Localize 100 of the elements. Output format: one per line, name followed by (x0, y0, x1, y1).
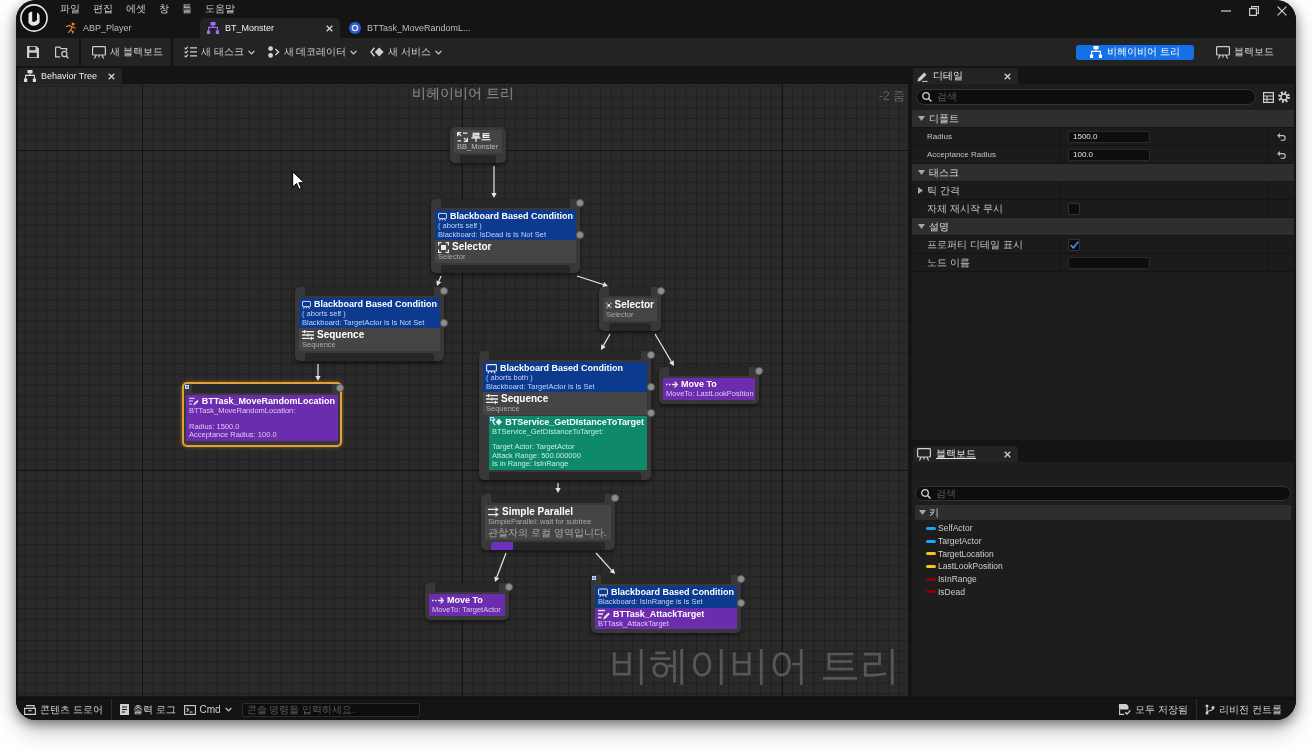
document-tab[interactable]: BTTask_MoveRandomL... (342, 18, 482, 38)
menu-item[interactable]: 창 (159, 3, 169, 15)
input-pin-bar[interactable] (601, 575, 731, 584)
key-item[interactable]: IsDead (926, 585, 965, 599)
dot-icon (576, 231, 584, 239)
dot-icon (336, 384, 344, 392)
node-title: BTTask_MoveRandomLocation (201, 396, 335, 407)
dot-icon (440, 319, 448, 327)
reset-arrow-icon[interactable] (1276, 132, 1286, 141)
dashed-arrow-icon (432, 597, 444, 604)
status-button[interactable]: 출력 로그 (115, 700, 180, 719)
input-pin-bar[interactable] (435, 583, 499, 592)
running-figure-icon (65, 22, 77, 34)
close-icon[interactable] (108, 72, 115, 80)
hierarchy-icon (1090, 46, 1103, 58)
easel-board-icon (598, 587, 608, 598)
output-pin-bar[interactable] (460, 154, 496, 163)
hierarchy-icon (24, 70, 36, 82)
number-field[interactable]: 1500.0 (1068, 130, 1150, 143)
close-icon[interactable] (1277, 6, 1287, 16)
zoom-level: -2 줌 (879, 89, 905, 103)
section-header[interactable]: 디폴트 (912, 110, 1294, 128)
output-pin-bar[interactable] (609, 322, 651, 331)
bracket-square-icon (438, 241, 449, 253)
stacked-lines-icon (486, 394, 498, 404)
property-label: Acceptance Radius (927, 150, 996, 159)
table-icon[interactable] (1263, 91, 1274, 103)
output-pin-bar[interactable] (441, 264, 570, 273)
panel-tab[interactable]: 디테일 (913, 68, 1018, 84)
close-icon[interactable] (1004, 72, 1011, 80)
dashed-arrow-icon (666, 381, 678, 388)
reset-arrow-icon[interactable] (1276, 150, 1286, 159)
task-output-pin[interactable] (491, 541, 513, 550)
document-tab[interactable]: ABP_Player (58, 18, 198, 38)
parallel-arrows-icon (488, 507, 499, 517)
logo-icon[interactable] (20, 4, 48, 32)
dot-icon (657, 287, 665, 295)
dot-icon (611, 494, 619, 502)
checkbox[interactable] (1068, 238, 1080, 251)
checkbox[interactable] (1068, 202, 1080, 215)
close-icon[interactable] (1004, 450, 1011, 458)
key-item[interactable]: TargetLocation (926, 547, 994, 561)
document-tab[interactable]: BT_Monster (200, 18, 340, 38)
floppy-check-icon (1119, 704, 1132, 715)
input-pin-bar[interactable] (192, 384, 332, 393)
section-header[interactable]: 설명 (912, 218, 1294, 236)
key-item[interactable]: SelfActor (926, 522, 973, 535)
node-title: Sequence (317, 329, 365, 341)
mode-button[interactable]: 비헤이비어 트리 (1076, 44, 1194, 60)
menu-item[interactable]: 파일 (60, 3, 80, 15)
right-triangle-icon[interactable] (918, 187, 923, 194)
diagonal-arrows-icon (457, 132, 468, 142)
toolbar-button[interactable]: 새 태스크 (178, 41, 260, 63)
graph-canvas[interactable] (18, 84, 908, 696)
input-pin-bar[interactable] (669, 367, 749, 376)
close-icon[interactable] (326, 24, 333, 32)
dot-icon (576, 199, 584, 207)
bracket-square-icon (606, 299, 612, 311)
toolbar-button[interactable]: 새 서비스 (365, 41, 448, 63)
input-pin-bar[interactable] (489, 351, 641, 360)
section-header[interactable]: 태스크 (912, 164, 1294, 182)
settings-icon[interactable] (1278, 91, 1290, 103)
menu-item[interactable]: 도움말 (205, 3, 235, 15)
node-title: Sequence (501, 393, 549, 405)
checklist-icon (183, 46, 197, 58)
graph-title: 비헤이비어 트리 (412, 85, 514, 102)
minimize-icon[interactable] (1221, 10, 1231, 12)
list-pencil-icon (189, 396, 199, 407)
folder-magnifier-icon[interactable] (55, 45, 69, 59)
status-button[interactable]: 리비전 컨트롤 (1201, 700, 1286, 719)
output-pin-bar[interactable] (513, 541, 605, 550)
toolbar-button[interactable]: 새 데코레이터 (262, 41, 363, 63)
output-pin-bar[interactable] (305, 352, 434, 361)
mode-button[interactable]: 블랙보드 (1211, 41, 1279, 63)
node-title: 루트 (471, 131, 491, 143)
key-item[interactable]: IsInRange (926, 572, 977, 586)
check-icon (1069, 240, 1079, 249)
caret-icon (224, 707, 232, 712)
key-item[interactable]: LastLookPosition (926, 560, 1003, 573)
toolbar-button[interactable]: 새 블랙보드 (87, 41, 168, 63)
panel-tab[interactable]: 블랙보드 (913, 446, 1018, 462)
menu-item[interactable]: 편집 (93, 3, 113, 15)
dot-icon (647, 383, 655, 391)
restore-icon[interactable] (1249, 6, 1259, 16)
node-title: Blackboard Based Condition (500, 363, 624, 374)
menu-item[interactable]: 툴 (182, 3, 192, 15)
input-pin-bar[interactable] (609, 287, 651, 296)
node-description: 관찰자의 로컬 영역입니다. (488, 526, 608, 539)
panel-tab[interactable]: Behavior Tree (18, 68, 122, 84)
menu-item[interactable]: 에셋 (126, 3, 146, 15)
category-header[interactable]: 키 (915, 505, 1291, 520)
status-button[interactable]: 콘텐츠 드로어 (20, 700, 107, 719)
input-pin-bar[interactable] (305, 287, 434, 296)
input-pin-bar[interactable] (441, 199, 570, 208)
input-pin-bar[interactable] (491, 494, 605, 503)
key-item[interactable]: TargetActor (926, 534, 982, 548)
text-field[interactable] (1068, 256, 1150, 269)
status-button[interactable]: Cmd (179, 700, 236, 719)
status-button[interactable]: 모두 저장됨 (1115, 700, 1193, 719)
number-field[interactable]: 100.0 (1068, 148, 1150, 161)
